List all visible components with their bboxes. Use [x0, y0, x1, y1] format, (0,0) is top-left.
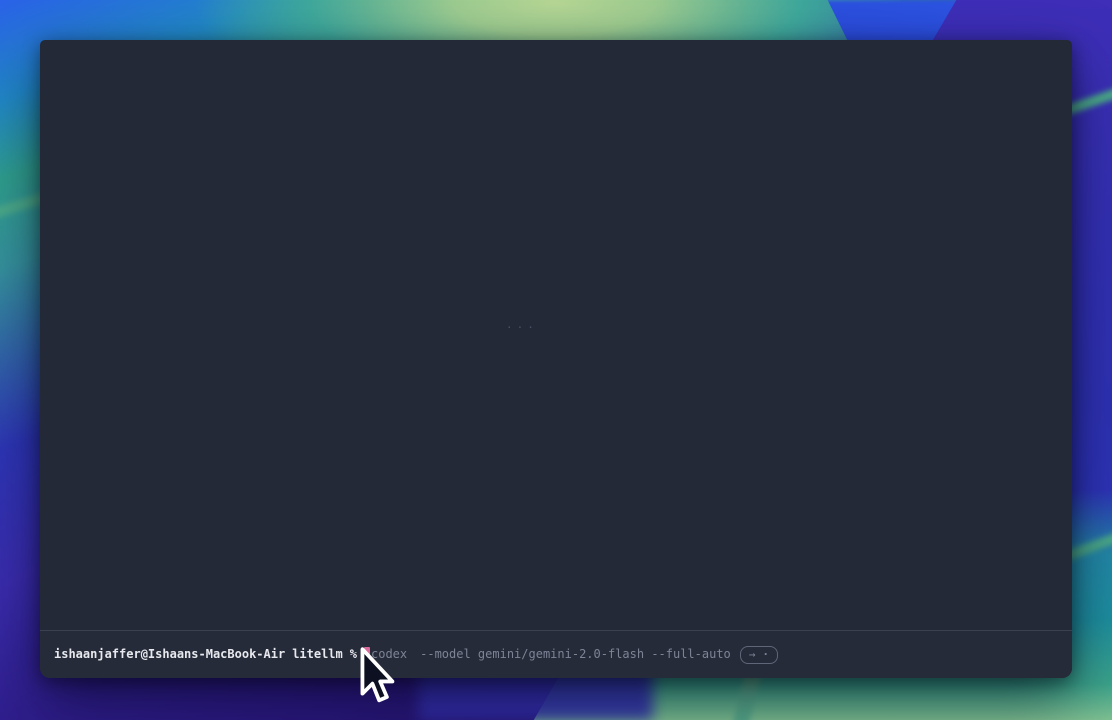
prompt-directory: litellm — [292, 647, 343, 662]
terminal-output-area[interactable]: ··· — [40, 40, 1072, 630]
terminal-faint-ellipsis: ··· — [506, 321, 538, 334]
text-caret — [364, 647, 370, 662]
dot-icon: · — [762, 647, 769, 663]
terminal-prompt-line[interactable]: ishaanjaffer@Ishaans-MacBook-Air litellm… — [40, 630, 1072, 678]
autosuggestion-arguments: --model gemini/gemini-2.0-flash --full-a… — [420, 647, 731, 662]
prompt-user-host: ishaanjaffer@Ishaans-MacBook-Air — [54, 647, 285, 662]
autosuggestion-command: codex — [371, 647, 407, 662]
accept-suggestion-key-hint: → · — [740, 646, 778, 664]
prompt-symbol: % — [350, 647, 357, 662]
terminal-window[interactable]: ··· ishaanjaffer@Ishaans-MacBook-Air lit… — [40, 40, 1072, 678]
right-arrow-icon: → — [749, 647, 756, 663]
